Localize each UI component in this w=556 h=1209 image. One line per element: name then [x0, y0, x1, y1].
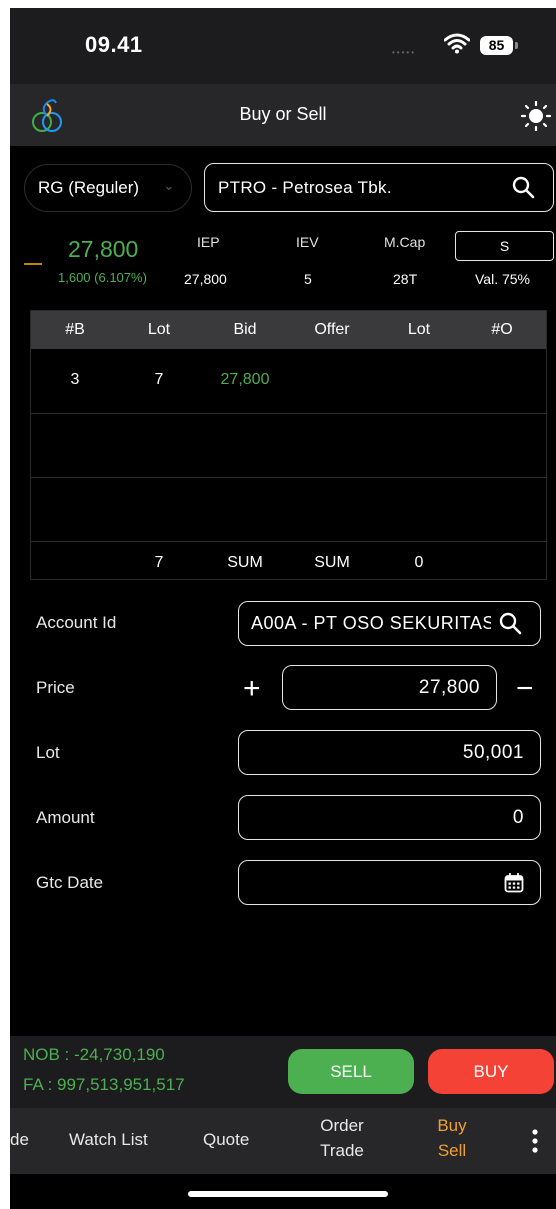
bottom-tab-bar: de Watch List Quote Order Trade Buy Sell — [10, 1108, 556, 1174]
tab-trade[interactable]: de — [10, 1130, 29, 1150]
search-icon[interactable] — [511, 175, 535, 199]
column-header-sellers: #O — [491, 321, 513, 338]
sell-button[interactable]: SELL — [288, 1049, 414, 1094]
search-icon[interactable] — [498, 611, 522, 635]
buy-button[interactable]: BUY — [428, 1049, 554, 1094]
lot-value: 50,001 — [462, 742, 524, 763]
tab-order-trade[interactable]: Order Trade — [306, 1116, 378, 1161]
board-selector[interactable]: RG (Reguler) ⌄ — [24, 164, 192, 212]
row-divider — [31, 413, 546, 414]
iep-label: IEP — [197, 234, 220, 250]
cellular-signal-icon: ••••• — [392, 48, 417, 57]
page-title: Buy or Sell — [239, 104, 327, 124]
lot-field[interactable]: 50,001 — [238, 730, 541, 775]
buyer-count: 3 — [70, 371, 80, 388]
wifi-icon — [444, 33, 470, 54]
order-book-header: #B Lot Bid Offer Lot #O — [31, 311, 546, 349]
val-percent: Val. 75% — [475, 271, 530, 287]
price-change: 1,600 (6.107%) — [58, 270, 147, 285]
iep-value: 27,800 — [184, 271, 227, 287]
gtc-date-label: Gtc Date — [36, 873, 104, 892]
home-indicator[interactable] — [188, 1191, 388, 1197]
amount-value: 0 — [512, 807, 524, 828]
price-field[interactable]: 27,800 — [282, 665, 497, 710]
amount-label: Amount — [36, 808, 95, 827]
tab-quote[interactable]: Quote — [203, 1130, 249, 1150]
navigation-bar: Buy or Sell — [10, 84, 556, 146]
column-header-bid: Bid — [233, 321, 257, 338]
account-id-value: A00A - PT OSO SEKURITAS — [251, 613, 491, 633]
order-book: #B Lot Bid Offer Lot #O 3 7 27,800 7 SUM… — [30, 310, 547, 580]
phone-screen: 09.41 ••••• 85 Buy or Sell RG (Reguler) … — [10, 8, 556, 1209]
row-divider — [31, 541, 546, 542]
gtc-date-field[interactable] — [238, 860, 541, 905]
tab-buy-sell-line1: Buy — [437, 1116, 467, 1135]
column-header-buyers: #B — [65, 321, 85, 338]
bid-price: 27,800 — [220, 371, 270, 388]
chevron-down-icon: ⌄ — [163, 177, 175, 193]
calendar-icon[interactable] — [504, 873, 524, 893]
price-value: 27,800 — [418, 677, 480, 698]
status-time: 09.41 — [85, 32, 143, 57]
nob-value: NOB : -24,730,190 — [23, 1045, 165, 1064]
offer-sum-label: SUM — [314, 554, 350, 571]
account-id-label: Account Id — [36, 613, 117, 632]
tab-buy-sell-line2: Sell — [437, 1141, 467, 1160]
tab-buy-sell[interactable]: Buy Sell — [424, 1116, 480, 1161]
column-header-bid-lot: Lot — [147, 321, 171, 338]
order-action-bar: NOB : -24,730,190 FA : 997,513,951,517 S… — [10, 1036, 556, 1108]
amount-field[interactable]: 0 — [238, 795, 541, 840]
column-header-offer-lot: Lot — [407, 321, 431, 338]
row-divider — [31, 477, 546, 478]
column-header-offer: Offer — [314, 321, 350, 338]
tab-watch-list[interactable]: Watch List — [69, 1130, 148, 1150]
board-selector-label: RG (Reguler) — [38, 178, 140, 197]
status-bar: 09.41 ••••• 85 — [10, 8, 556, 84]
last-price: 27,800 — [68, 236, 139, 262]
bid-lot-sum: 7 — [154, 554, 164, 571]
price-increment-button[interactable]: + — [243, 672, 261, 706]
tab-order-trade-line1: Order — [320, 1116, 364, 1135]
tab-order-trade-line2: Trade — [320, 1141, 364, 1160]
s-button[interactable]: S — [455, 231, 554, 261]
price-decrement-button[interactable]: − — [516, 672, 534, 706]
theme-toggle-icon[interactable] — [521, 101, 551, 131]
mcap-label: M.Cap — [384, 234, 426, 250]
more-vertical-icon[interactable] — [531, 1128, 539, 1154]
iev-value: 5 — [304, 271, 312, 287]
price-label: Price — [36, 678, 75, 697]
lot-label: Lot — [36, 743, 60, 762]
iev-label: IEV — [296, 234, 319, 250]
fa-value: FA : 997,513,951,517 — [23, 1075, 185, 1094]
offer-lot-sum: 0 — [414, 554, 424, 571]
bid-sum-label: SUM — [227, 554, 263, 571]
mcap-value: 28T — [393, 271, 418, 287]
bid-lot: 7 — [154, 371, 164, 388]
stock-search-value: PTRO - Petrosea Tbk. — [218, 178, 392, 197]
battery-icon: 85 — [480, 36, 513, 55]
change-indicator — [24, 263, 42, 265]
battery-tip — [515, 42, 518, 49]
stock-search-field[interactable]: PTRO - Petrosea Tbk. — [204, 163, 554, 212]
account-id-field[interactable]: A00A - PT OSO SEKURITAS — [238, 601, 541, 646]
